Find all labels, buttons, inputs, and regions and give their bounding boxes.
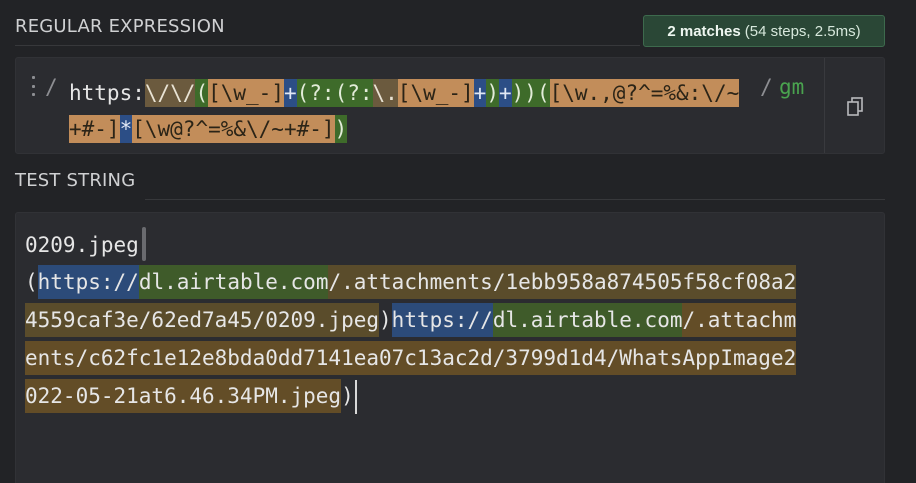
regex-token: ) [486,79,499,107]
regex-token: ( [195,79,209,107]
test-line: ents/c62fc1e12e8bda0dd7141ea07c13ac2d/37… [25,341,797,379]
regex-editor[interactable]: / https:\/\/([\w_-]+(?:(?:\.[\w_-]+)+))(… [15,57,885,154]
regex-token: * [119,115,133,143]
match-detail: (54 steps, 2.5ms) [744,22,861,40]
test-text: ) [379,308,392,332]
regex-token: https: [69,81,145,105]
regex-input[interactable]: https:\/\/([\w_-]+(?:(?:\.[\w_-]+)+))([\… [69,75,749,147]
regex-delimiter-close: / [760,75,773,99]
section-divider [145,199,885,200]
regex-token: \/ [144,79,171,107]
match-highlight: dl.airtable.com [492,303,683,337]
regex-token: ) [524,79,537,107]
match-highlight: /.attachm [682,303,797,337]
text-cursor [354,380,357,414]
test-section-title: TEST STRING [15,170,136,191]
regex-section-title: REGULAR EXPRESSION [15,16,225,37]
regex-token: (?: [334,79,373,107]
regex-token: ) [334,115,348,143]
test-line: 4559caf3e/62ed7a45/0209.jpeg)https://dl.… [25,303,797,341]
match-highlight: 022-05-21at6.46.34PM.jpeg [25,379,342,413]
match-highlight: ents/c62fc1e12e8bda0dd7141ea07c13ac2d/37… [25,341,797,375]
regex-token: (?: [296,79,335,107]
regex-token: \. [372,79,398,107]
match-highlight: /.attachments/1ebb958a874505f58cf08a2 [328,265,797,299]
test-string-input[interactable]: 0209.jpeg (https://dl.airtable.com/.attac… [15,212,885,483]
regex-delimiter-open: / [45,75,58,99]
match-highlight: 4559caf3e/62ed7a45/0209.jpeg [25,303,380,337]
test-line: 022-05-21at6.46.34PM.jpeg) [25,379,796,417]
newline-marker-icon [141,227,146,261]
drag-handle-icon[interactable] [32,76,40,96]
regex-token: ( [536,79,550,107]
regex-token: [\w_-] [397,79,474,107]
test-line: 0209.jpeg [25,227,796,265]
regex-divider [824,58,825,153]
test-text: ( [25,270,38,294]
match-highlight: https:// [391,303,493,337]
test-text: 0209.jpeg [25,233,139,257]
regex-token: + [283,79,297,107]
match-count: 2 matches [667,22,741,40]
test-string-text[interactable]: 0209.jpeg (https://dl.airtable.com/.attac… [25,227,797,417]
regex-token: [\w_-] [208,79,284,107]
test-text: ) [341,384,354,408]
match-info-badge: 2 matches (54 steps, 2.5ms) [643,15,885,47]
match-highlight: https:// [37,265,139,299]
regex-token: ) [511,79,525,107]
copy-icon[interactable] [845,95,867,117]
regex-token: \/ [170,79,196,107]
regex-token: + [473,79,487,107]
section-divider [15,45,640,46]
regex-flags[interactable]: gm [779,75,804,99]
test-line: (https://dl.airtable.com/.attachments/1e… [25,265,797,303]
regex-token: [\w@?^=%&\/~+#-] [132,115,335,143]
match-highlight: dl.airtable.com [138,265,329,299]
regex-token: + [498,79,512,107]
